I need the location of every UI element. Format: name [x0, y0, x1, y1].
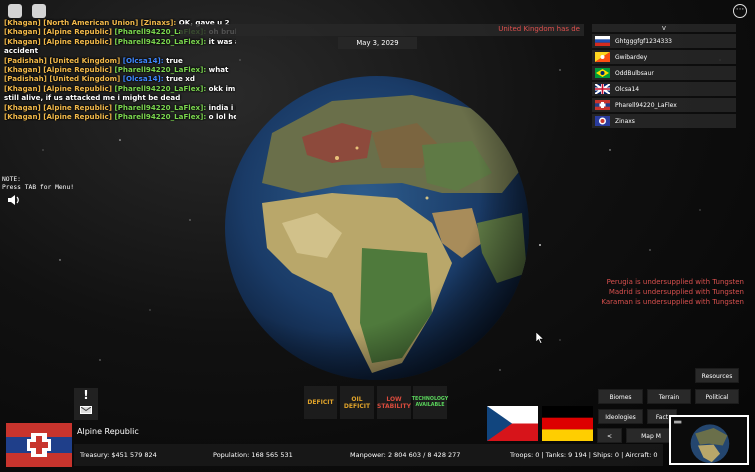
chat-message: [Khagan] [Alpine Republic] [Pharell94220…: [4, 84, 236, 93]
chat-tag: [Khagan] [North American Union] [Zinaxs]…: [4, 18, 179, 27]
chat-tag: [Khagan] [Alpine Republic]: [4, 65, 115, 75]
player-row[interactable]: Ghtgggfgf1234333: [592, 34, 736, 48]
chat-sender: [Pharell94220_LaFlex]:: [114, 112, 209, 122]
manpower-stat: Manpower: 2 804 603 / 8 428 277: [350, 451, 461, 459]
player-name: Olcsa14: [615, 85, 640, 93]
low-stability-status[interactable]: LOW STABILITY: [377, 386, 411, 419]
deficit-status[interactable]: DEFICIT: [304, 386, 337, 419]
germany-flag-icon[interactable]: [542, 406, 593, 441]
chat-icon[interactable]: [32, 4, 46, 18]
oil-deficit-status[interactable]: OIL DEFICIT: [340, 386, 374, 419]
chat-tag: [Khagan] [Alpine Republic]: [4, 36, 115, 46]
chat-sender: [Pharell94220_LaFlex]:: [114, 65, 209, 75]
chat-message: [Khagan] [Alpine Republic] [Pharell94220…: [4, 37, 236, 46]
help-note: NOTE: Press TAB for Menu!: [2, 176, 75, 191]
news-text: United Kingdom has de: [498, 25, 580, 33]
chat-tag: [Khagan] [Alpine Republic]: [4, 83, 115, 93]
menu-dots-icon[interactable]: ···: [733, 4, 747, 18]
news-ticker: United Kingdom has de: [180, 24, 584, 36]
player-list: v Ghtgggfgf1234333 Gwibardey OddBulbsaur Ol…: [592, 24, 736, 128]
population-stat: Population: 168 565 531: [213, 451, 293, 459]
nation-name: Alpine Republic: [77, 427, 139, 436]
roblox-icon[interactable]: [8, 4, 22, 18]
alert-item: Karaman is undersupplied with Tungsten: [601, 298, 744, 306]
chat-sender: [Olcsa14]:: [122, 55, 167, 65]
chat-tag: [Padishah] [United Kingdom]: [4, 55, 123, 65]
military-stat: Troops: 0 | Tanks: 9 194 | Ships: 0 | Ai…: [510, 451, 658, 459]
player-name: Ghtgggfgf1234333: [615, 37, 672, 45]
chat-text: still alive, if us attacked me i might b…: [4, 93, 181, 103]
player-row[interactable]: Olcsa14: [592, 82, 736, 96]
player-flag-icon: [595, 36, 610, 46]
player-name: Zinaxs: [615, 117, 635, 125]
czech-flag-icon[interactable]: [487, 406, 538, 441]
player-flag-icon: [595, 84, 610, 94]
chat-message: still alive, if us attacked me i might b…: [4, 93, 236, 102]
chat-sender: [Pharell94220_LaFlex]:: [114, 102, 209, 112]
diplomacy-flags: [487, 406, 593, 441]
treasury-stat: Treasury: $451 579 824: [80, 451, 157, 459]
chat-tag: [Khagan] [Alpine Republic]: [4, 112, 115, 122]
alert-item: Perugia is undersupplied with Tungsten: [606, 278, 744, 286]
nation-flag-icon[interactable]: [6, 423, 72, 467]
player-flag-icon: [595, 100, 610, 110]
player-row[interactable]: OddBulbsaur: [592, 66, 736, 80]
minimap[interactable]: [669, 415, 749, 465]
chat-sender: [Olcsa14]:: [122, 74, 167, 84]
chat-tag: [Khagan] [Alpine Republic]: [4, 102, 115, 112]
speaker-icon[interactable]: [7, 194, 21, 206]
chat-tag: [Khagan] [Alpine Republic]: [4, 27, 115, 37]
player-flag-icon: [595, 68, 610, 78]
ideologies-mapmode-button[interactable]: Ideologies: [598, 409, 643, 424]
player-row[interactable]: Pharell94220_LaFlex: [592, 98, 736, 112]
stats-bar: Treasury: $451 579 824 Population: 168 5…: [74, 444, 663, 466]
biomes-mapmode-button[interactable]: Biomes: [598, 389, 643, 404]
chat-tag: [Padishah] [United Kingdom]: [4, 74, 123, 84]
supply-alerts: Perugia is undersupplied with Tungsten M…: [601, 277, 744, 307]
chat-message: [Padishah] [United Kingdom] [Olcsa14]: t…: [4, 74, 236, 83]
player-row[interactable]: Gwibardey: [592, 50, 736, 64]
top-left-icons: [8, 4, 46, 18]
chat-message: [Khagan] [Alpine Republic] [Pharell94220…: [4, 112, 236, 121]
chat-text: it was an: [208, 36, 236, 46]
mail-icon: [80, 406, 92, 414]
chat-sender: [Pharell94220_LaFlex]:: [114, 83, 209, 93]
chat-sender: [Pharell94220_LaFlex]:: [114, 36, 209, 46]
notifications-button[interactable]: !: [74, 388, 98, 420]
chat-text: true xd: [166, 74, 195, 84]
chat-text: accident: [4, 46, 38, 56]
player-name: Gwibardey: [615, 53, 648, 61]
game-date: May 3, 2029: [338, 37, 417, 49]
player-name: Pharell94220_LaFlex: [615, 101, 677, 109]
technology-status[interactable]: TECHNOLOGY AVAILABLE: [412, 386, 448, 419]
chat-text: true: [166, 55, 183, 65]
cursor-icon: [536, 332, 544, 344]
chat-message: [Padishah] [United Kingdom] [Olcsa14]: t…: [4, 56, 236, 65]
terrain-mapmode-button[interactable]: Terrain: [647, 389, 691, 404]
alert-item: Madrid is undersupplied with Tungsten: [608, 288, 744, 296]
resources-mapmode-button[interactable]: Resources: [695, 368, 739, 383]
player-flag-icon: [595, 52, 610, 62]
political-mapmode-button[interactable]: Political: [695, 389, 739, 404]
chat-message: [Khagan] [Alpine Republic] [Pharell94220…: [4, 65, 236, 74]
player-flag-icon: [595, 116, 610, 126]
back-button[interactable]: <: [597, 428, 622, 443]
chat-message: [Khagan] [Alpine Republic] [Pharell94220…: [4, 103, 236, 112]
player-list-toggle[interactable]: v: [592, 24, 736, 32]
chat-message: accident: [4, 46, 236, 55]
player-name: OddBulbsaur: [615, 69, 654, 77]
world-globe[interactable]: [222, 73, 532, 383]
alert-icon: !: [83, 388, 89, 402]
player-row[interactable]: Zinaxs: [592, 114, 736, 128]
